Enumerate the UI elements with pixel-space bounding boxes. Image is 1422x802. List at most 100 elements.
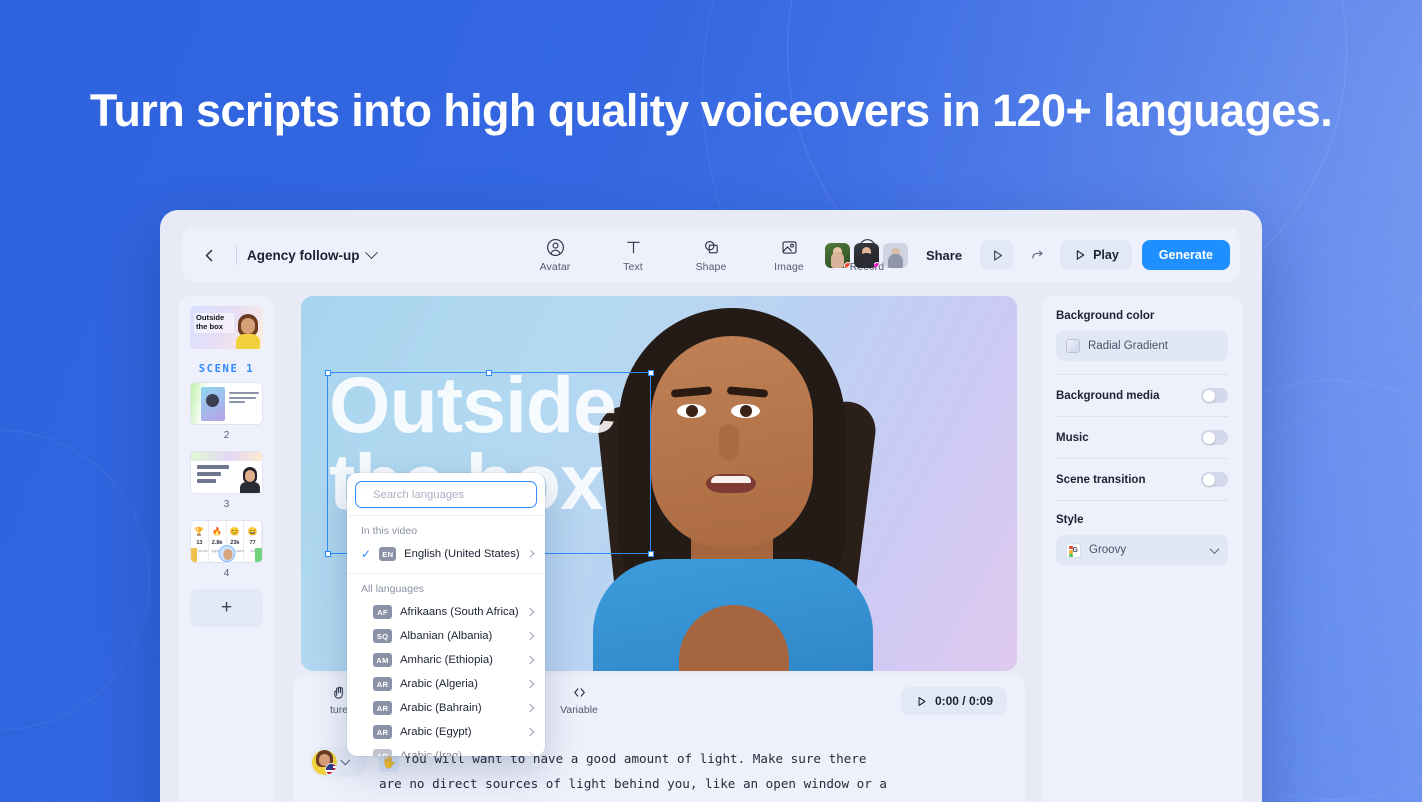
- scene-item[interactable]: 2: [190, 382, 263, 449]
- style-label: Style: [1056, 514, 1084, 526]
- script-tool-variable[interactable]: Variable: [549, 683, 609, 716]
- chevron-down-icon: [1209, 543, 1220, 554]
- scene-number: 2: [223, 430, 230, 441]
- collaborator-avatars: [824, 242, 908, 268]
- tool-text[interactable]: Text: [607, 237, 659, 273]
- gesture-marker-icon[interactable]: 🖐: [379, 754, 399, 773]
- resize-handle[interactable]: [324, 369, 331, 376]
- app-window: Agency follow-up Avatar Text Shape Image…: [160, 210, 1262, 802]
- cover-title-line2: the box: [196, 321, 224, 331]
- language-code-badge: AR: [373, 701, 392, 715]
- cover-title-line1: Outside: [196, 313, 225, 322]
- redo-icon: [1031, 250, 1043, 258]
- status-dot: [843, 261, 850, 268]
- language-search-box[interactable]: [355, 481, 537, 508]
- avatar-icon: [546, 237, 565, 258]
- resize-handle[interactable]: [485, 369, 492, 376]
- play-outline-icon: [1076, 250, 1085, 260]
- stat-value: 77: [249, 540, 256, 546]
- divider: [1056, 374, 1228, 375]
- divider: [1056, 416, 1228, 417]
- project-title-button[interactable]: Agency follow-up: [247, 245, 378, 263]
- language-row[interactable]: AF Afrikaans (South Africa): [347, 600, 545, 624]
- background-media-row: Background media: [1056, 388, 1228, 403]
- chevron-right-icon: [525, 679, 535, 689]
- script-tool-gesture-label: ture: [329, 704, 349, 716]
- stat-emoji: 🏆: [194, 527, 205, 536]
- scene-thumbnail-3[interactable]: [190, 451, 263, 494]
- cover-thumbnail[interactable]: Outside the box: [190, 306, 263, 349]
- tool-image[interactable]: Image: [763, 237, 815, 273]
- language-row[interactable]: AR Arabic (Algeria): [347, 672, 545, 696]
- tool-text-label: Text: [623, 261, 643, 273]
- section-label-in-video: In this video: [361, 525, 418, 537]
- language-row-selected[interactable]: ✓ EN English (United States): [347, 542, 545, 566]
- add-scene-button[interactable]: +: [190, 589, 263, 627]
- chevron-down-icon: [340, 754, 351, 765]
- language-code-badge: AR: [373, 677, 392, 691]
- playback-timer[interactable]: 0:00 / 0:09: [900, 687, 1007, 715]
- play-outline-icon: [993, 249, 1002, 261]
- scene4-presenter-thumb: [218, 545, 235, 562]
- tool-avatar-label: Avatar: [539, 261, 571, 273]
- language-dropdown: In this video ✓ EN English (United State…: [347, 473, 545, 756]
- image-icon: [780, 237, 799, 258]
- redo-button[interactable]: [1024, 248, 1050, 263]
- language-row[interactable]: SQ Albanian (Albania): [347, 624, 545, 648]
- resize-handle[interactable]: [647, 369, 654, 376]
- stat-value: 23k: [230, 540, 240, 546]
- language-row[interactable]: AR Arabic (Egypt): [347, 720, 545, 744]
- scene-item[interactable]: 🏆 13 awards won 🔥 2.8k signups 😊 23k happy use…: [190, 520, 263, 587]
- shape-icon: [702, 237, 721, 258]
- avatar[interactable]: [853, 242, 879, 268]
- language-row[interactable]: AR Arabic (Iraq): [347, 744, 545, 756]
- scene-thumbnail-2[interactable]: [190, 382, 263, 425]
- generate-button[interactable]: Generate: [1141, 240, 1230, 270]
- project-title-label: Agency follow-up: [247, 247, 360, 263]
- music-label: Music: [1056, 431, 1089, 444]
- language-code-badge: SQ: [373, 629, 392, 643]
- hero-headline: Turn scripts into high quality voiceover…: [89, 85, 1333, 136]
- play-button[interactable]: Play: [1060, 240, 1132, 270]
- avatar[interactable]: [882, 242, 908, 268]
- resize-handle[interactable]: [647, 550, 654, 557]
- language-code-badge: AR: [373, 725, 392, 739]
- stat-value: 13: [196, 540, 203, 546]
- music-toggle[interactable]: [1201, 430, 1228, 445]
- generate-button-label: Generate: [1158, 248, 1213, 262]
- search-input[interactable]: [373, 488, 527, 501]
- avatar[interactable]: [824, 242, 850, 268]
- gesture-icon: [331, 683, 348, 702]
- language-row[interactable]: AR Arabic (Bahrain): [347, 696, 545, 720]
- resize-handle[interactable]: [324, 550, 331, 557]
- chevron-right-icon: [525, 655, 535, 665]
- language-search-wrap: [347, 473, 545, 516]
- scene-thumbnail-4[interactable]: 🏆 13 awards won 🔥 2.8k signups 😊 23k happy use…: [190, 520, 263, 563]
- background-media-toggle[interactable]: [1201, 388, 1228, 403]
- language-name: Arabic (Iraq): [400, 750, 463, 756]
- language-row[interactable]: AM Amharic (Ethiopia): [347, 648, 545, 672]
- playback-timer-label: 0:00 / 0:09: [934, 694, 993, 708]
- tool-avatar[interactable]: Avatar: [529, 237, 581, 273]
- language-name: Albanian (Albania): [400, 630, 493, 642]
- us-flag-icon: [325, 762, 337, 775]
- scene-transition-row: Scene transition: [1056, 472, 1228, 487]
- back-button[interactable]: [192, 238, 226, 272]
- share-button[interactable]: Share: [918, 248, 970, 263]
- chevron-right-icon: [525, 727, 535, 737]
- tool-image-label: Image: [774, 261, 804, 273]
- scene-item[interactable]: 3: [190, 451, 263, 518]
- decorative-ring: [0, 430, 150, 730]
- preview-button[interactable]: [980, 240, 1015, 270]
- chevron-left-icon: [205, 249, 212, 261]
- chevron-right-icon: [525, 631, 535, 641]
- tool-shape[interactable]: Shape: [685, 237, 737, 273]
- language-code-badge: AF: [373, 605, 392, 619]
- text-icon: [624, 237, 643, 258]
- divider: [1056, 500, 1228, 501]
- scene-transition-toggle[interactable]: [1201, 472, 1228, 487]
- chevron-right-icon: [525, 751, 535, 756]
- divider: [1056, 458, 1228, 459]
- background-color-select[interactable]: Radial Gradient: [1056, 331, 1228, 361]
- style-select[interactable]: G Groovy: [1056, 535, 1228, 565]
